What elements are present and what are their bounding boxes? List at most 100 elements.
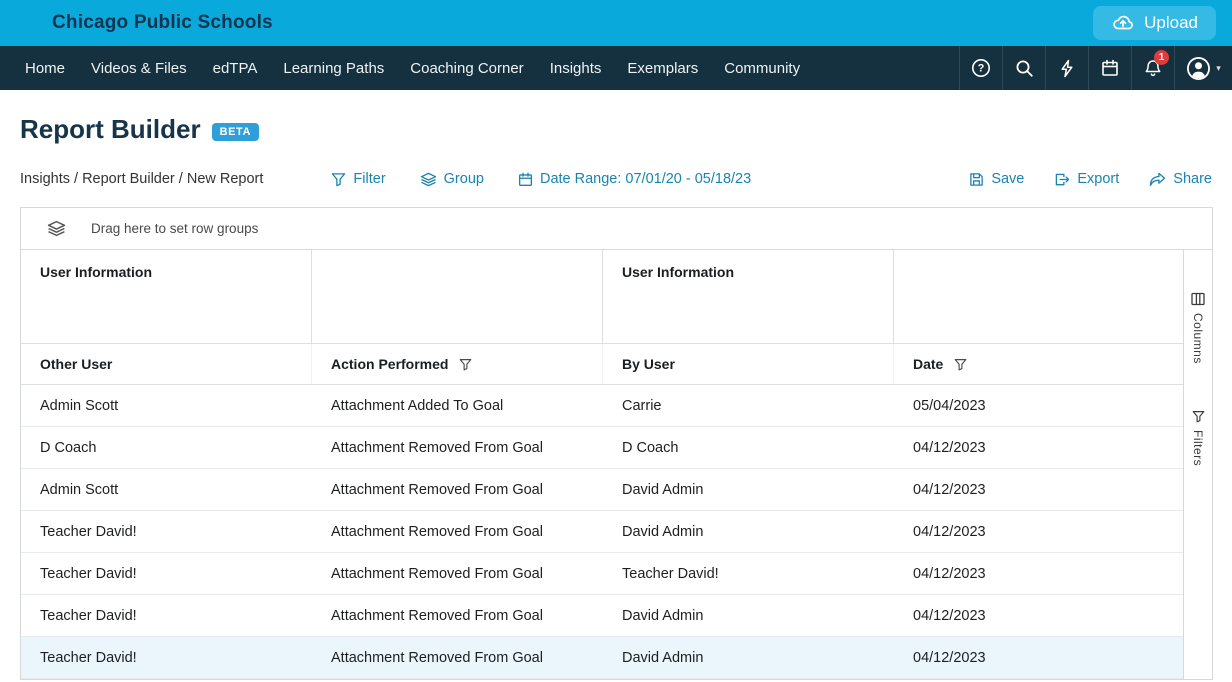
table-cell: Attachment Removed From Goal: [312, 608, 603, 624]
breadcrumb-item-insights[interactable]: Insights: [20, 171, 70, 187]
table-cell: 04/12/2023: [894, 608, 1183, 624]
table-row[interactable]: Teacher David!Attachment Removed From Go…: [21, 595, 1183, 637]
table-cell: Attachment Removed From Goal: [312, 482, 603, 498]
table-cell: Attachment Removed From Goal: [312, 650, 603, 666]
nav-item-edtpa[interactable]: edTPA: [200, 46, 271, 90]
help-circle-icon: ?: [971, 58, 991, 78]
chevron-down-icon: ▾: [1216, 64, 1221, 73]
quick-actions-button[interactable]: [1045, 46, 1088, 90]
export-button[interactable]: Export: [1054, 171, 1119, 187]
table-row[interactable]: Admin ScottAttachment Added To GoalCarri…: [21, 385, 1183, 427]
table-row[interactable]: Teacher David!Attachment Removed From Go…: [21, 637, 1183, 679]
table-cell: Teacher David!: [21, 524, 312, 540]
column-header-label: By User: [622, 356, 675, 372]
funnel-icon: [331, 172, 346, 187]
breadcrumb-item-report-builder[interactable]: Report Builder: [82, 171, 175, 187]
row-group-drop-zone[interactable]: Drag here to set row groups: [21, 208, 1212, 250]
funnel-icon: [1192, 410, 1205, 423]
column-header-by-user[interactable]: By User: [603, 344, 894, 384]
main-nav: HomeVideos & FilesedTPALearning PathsCoa…: [0, 46, 1232, 90]
help-button[interactable]: ?: [959, 46, 1002, 90]
funnel-icon[interactable]: [954, 358, 967, 371]
table-row[interactable]: Admin ScottAttachment Removed From GoalD…: [21, 469, 1183, 511]
table-cell: Attachment Removed From Goal: [312, 440, 603, 456]
report-grid: Drag here to set row groups User Informa…: [20, 207, 1213, 680]
account-menu-button[interactable]: ▾: [1174, 46, 1232, 90]
side-tab-label: Columns: [1191, 313, 1205, 364]
svg-text:?: ?: [978, 63, 985, 75]
nav-item-videos-files[interactable]: Videos & Files: [78, 46, 200, 90]
column-header-other-user[interactable]: Other User: [21, 344, 312, 384]
layers-icon: [47, 220, 66, 237]
table-cell: Attachment Removed From Goal: [312, 566, 603, 582]
nav-item-learning-paths[interactable]: Learning Paths: [270, 46, 397, 90]
table-cell: David Admin: [603, 650, 894, 666]
column-header-date[interactable]: Date: [894, 344, 1183, 384]
table-cell: Attachment Removed From Goal: [312, 524, 603, 540]
table-cell: David Admin: [603, 608, 894, 624]
table-cell: 04/12/2023: [894, 524, 1183, 540]
table-cell: Teacher David!: [603, 566, 894, 582]
table-row[interactable]: Teacher David!Attachment Removed From Go…: [21, 511, 1183, 553]
columns-icon: [1191, 292, 1205, 306]
lightning-icon: [1059, 59, 1075, 78]
drag-hint-label: Drag here to set row groups: [91, 221, 258, 236]
grid-side-bar: Columns Filters: [1183, 250, 1212, 679]
funnel-icon[interactable]: [459, 358, 472, 371]
page-title: Report Builder: [20, 114, 201, 145]
table-cell: Teacher David!: [21, 650, 312, 666]
nav-item-insights[interactable]: Insights: [537, 46, 615, 90]
breadcrumb-item-new-report: New Report: [187, 171, 264, 187]
group-header-cell: [312, 250, 603, 343]
filter-button-label: Filter: [353, 171, 385, 187]
grid-rows: Admin ScottAttachment Added To GoalCarri…: [21, 385, 1183, 679]
nav-item-coaching-corner[interactable]: Coaching Corner: [397, 46, 536, 90]
breadcrumb: Insights / Report Builder / New Report: [20, 171, 263, 187]
side-tab-columns[interactable]: Columns: [1191, 292, 1205, 364]
calendar-icon: [518, 172, 533, 187]
avatar-icon: [1186, 56, 1211, 81]
table-cell: Admin Scott: [21, 482, 312, 498]
table-row[interactable]: D CoachAttachment Removed From GoalD Coa…: [21, 427, 1183, 469]
table-cell: David Admin: [603, 482, 894, 498]
side-tab-filters[interactable]: Filters: [1191, 410, 1205, 466]
save-button-label: Save: [991, 171, 1024, 187]
column-header-action-performed[interactable]: Action Performed: [312, 344, 603, 384]
cloud-upload-icon: [1111, 11, 1135, 35]
table-cell: D Coach: [21, 440, 312, 456]
breadcrumb-separator: /: [70, 171, 82, 187]
export-button-label: Export: [1077, 171, 1119, 187]
toolbar-middle: Filter Group: [331, 171, 751, 187]
grid-body: User InformationUser Information Other U…: [21, 250, 1212, 679]
group-button[interactable]: Group: [420, 171, 484, 187]
nav-item-community[interactable]: Community: [711, 46, 813, 90]
table-cell: 05/04/2023: [894, 398, 1183, 414]
nav-item-home[interactable]: Home: [12, 46, 78, 90]
main-content: Report Builder BETA Insights / Report Bu…: [0, 90, 1232, 680]
nav-item-exemplars[interactable]: Exemplars: [614, 46, 711, 90]
notifications-button[interactable]: 1: [1131, 46, 1174, 90]
date-range-button[interactable]: Date Range: 07/01/20 - 05/18/23: [518, 171, 751, 187]
filter-button[interactable]: Filter: [331, 171, 385, 187]
table-row[interactable]: Teacher David!Attachment Removed From Go…: [21, 553, 1183, 595]
table-cell: Teacher David!: [21, 608, 312, 624]
calendar-button[interactable]: [1088, 46, 1131, 90]
layers-icon: [420, 172, 437, 187]
group-button-label: Group: [444, 171, 484, 187]
upload-button[interactable]: Upload: [1093, 6, 1216, 40]
column-header-row: Other User Action Performed By User Date: [21, 344, 1183, 385]
table-cell: Carrie: [603, 398, 894, 414]
column-header-label: Other User: [40, 356, 112, 372]
calendar-icon: [1101, 59, 1119, 77]
share-button[interactable]: Share: [1149, 171, 1212, 187]
save-icon: [969, 172, 984, 187]
upload-button-label: Upload: [1144, 13, 1198, 33]
search-button[interactable]: [1002, 46, 1045, 90]
save-button[interactable]: Save: [969, 171, 1024, 187]
table-cell: Teacher David!: [21, 566, 312, 582]
table-cell: D Coach: [603, 440, 894, 456]
nav-items: HomeVideos & FilesedTPALearning PathsCoa…: [0, 46, 813, 90]
brand-title: Chicago Public Schools: [52, 12, 273, 34]
share-button-label: Share: [1173, 171, 1212, 187]
date-range-label: Date Range: 07/01/20 - 05/18/23: [540, 171, 751, 187]
